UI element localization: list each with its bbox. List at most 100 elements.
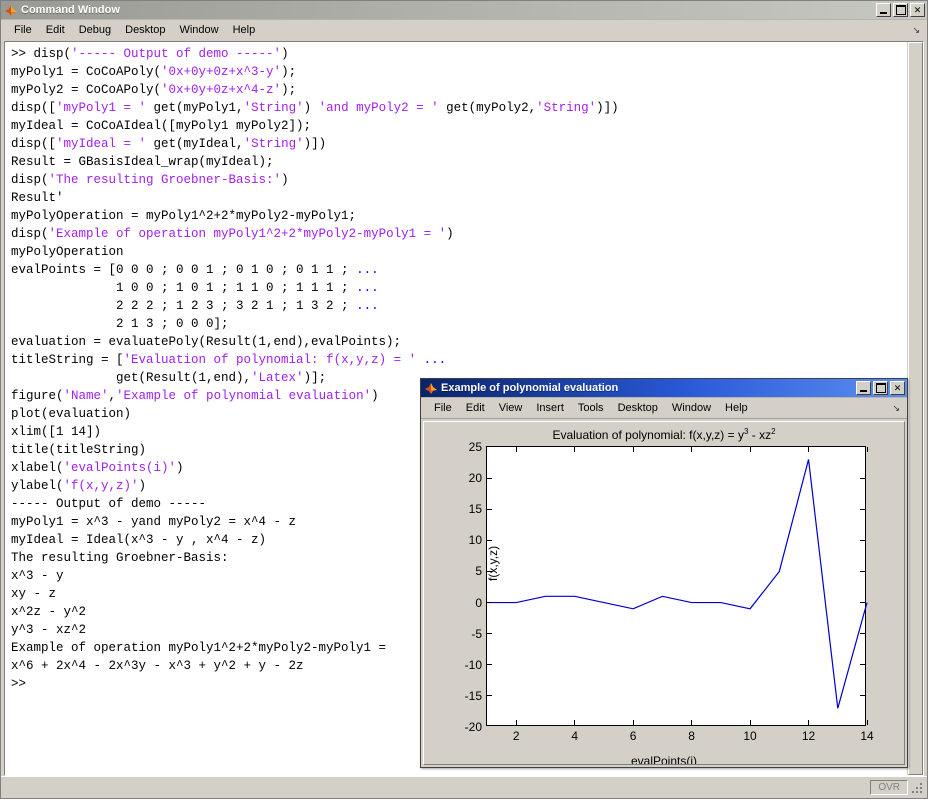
y-tick-label: 5 bbox=[475, 564, 482, 579]
x-tick-label: 4 bbox=[571, 729, 579, 743]
plot-axes[interactable]: f(x,y,z) 25 20 15 10 5 0 -5 -10 -15 -20 2 4 6 8 10 12 14 bbox=[465, 440, 874, 743]
x-tick-mark bbox=[866, 447, 868, 452]
y-tick-mark bbox=[860, 664, 865, 666]
console-line: 2 1 3 ; 0 0 0]; bbox=[11, 317, 229, 331]
y-tick-mark bbox=[860, 539, 865, 541]
maximize-icon[interactable] bbox=[893, 3, 908, 17]
dock-arrow-icon[interactable]: ↘ bbox=[912, 25, 920, 36]
y-tick-mark bbox=[487, 633, 492, 635]
close-icon[interactable]: ✕ bbox=[910, 3, 925, 17]
maximize-icon[interactable] bbox=[873, 381, 888, 395]
close-icon[interactable]: ✕ bbox=[890, 381, 905, 395]
x-tick-mark bbox=[574, 447, 576, 452]
chart-title-mid: - xz bbox=[748, 428, 772, 442]
console-line: evaluation = evaluatePoly(Result(1,end),… bbox=[11, 335, 402, 349]
menu-edit[interactable]: Edit bbox=[39, 22, 72, 38]
figure-menu-window[interactable]: Window bbox=[665, 400, 718, 416]
figure-window-title: Example of polynomial evaluation bbox=[441, 382, 619, 394]
y-tick-mark bbox=[860, 633, 865, 635]
figure-menu-insert[interactable]: Insert bbox=[529, 400, 571, 416]
x-axis-label: evalPoints(i) bbox=[630, 754, 698, 765]
chart-title-prefix: Evaluation of polynomial: f(x,y,z) = y bbox=[552, 428, 744, 442]
menu-window[interactable]: Window bbox=[172, 22, 225, 38]
figure-window-controls: ✕ bbox=[856, 381, 905, 395]
x-tick-label: 8 bbox=[688, 729, 695, 743]
main-window-title: Command Window bbox=[21, 4, 120, 16]
x-tick-mark bbox=[866, 720, 868, 725]
x-tick-mark bbox=[808, 720, 810, 725]
menu-desktop[interactable]: Desktop bbox=[118, 22, 172, 38]
x-tick-mark bbox=[574, 720, 576, 725]
main-window-controls: ✕ bbox=[876, 3, 925, 17]
y-tick-mark bbox=[860, 477, 865, 479]
y-tick-mark bbox=[487, 477, 492, 479]
console-line: 2 2 2 ; 1 2 3 ; 3 2 1 ; 1 3 2 ; ... bbox=[11, 299, 379, 313]
console-scrollbar[interactable] bbox=[907, 42, 923, 775]
y-tick-label: 0 bbox=[475, 595, 482, 610]
console-line: myPolyOperation bbox=[11, 245, 124, 259]
figure-menu-help[interactable]: Help bbox=[718, 400, 755, 416]
console-line: disp('The resulting Groebner-Basis:') bbox=[11, 173, 289, 187]
console-line: disp(['myPoly1 = ' get(myPoly1,'String')… bbox=[11, 101, 619, 115]
minimize-icon[interactable] bbox=[856, 381, 871, 395]
menu-help[interactable]: Help bbox=[226, 22, 263, 38]
chart-title-exp2: 2 bbox=[771, 427, 776, 436]
x-tick-mark bbox=[515, 720, 517, 725]
y-tick-mark bbox=[860, 570, 865, 572]
status-bar: OVR bbox=[1, 776, 927, 798]
console-line: >> disp('----- Output of demo -----') bbox=[11, 47, 289, 61]
figure-menu-tools[interactable]: Tools bbox=[571, 400, 611, 416]
y-tick-mark bbox=[487, 695, 492, 697]
y-tick-mark bbox=[860, 508, 865, 510]
x-tick-mark bbox=[808, 447, 810, 452]
console-line: 1 0 0 ; 1 0 1 ; 1 1 0 ; 1 1 1 ; ... bbox=[11, 281, 379, 295]
console-line: myIdeal = CoCoAIdeal([myPoly1 myPoly2]); bbox=[11, 119, 312, 133]
x-tick-mark bbox=[632, 447, 634, 452]
y-tick-label: -15 bbox=[464, 688, 482, 703]
x-tick-label: 6 bbox=[629, 729, 637, 743]
y-tick-label: 20 bbox=[468, 471, 482, 486]
x-tick-mark bbox=[749, 720, 751, 725]
console-line: titleString = ['Evaluation of polynomial… bbox=[11, 353, 447, 367]
dock-arrow-icon[interactable]: ↘ bbox=[892, 403, 900, 414]
console-line: myPolyOperation = myPoly1^2+2*myPoly2-my… bbox=[11, 209, 357, 223]
console-line: myPoly1 = CoCoAPoly('0x+0y+0z+x^3-y'); bbox=[11, 65, 297, 79]
y-tick-mark bbox=[860, 602, 865, 604]
menu-file[interactable]: File bbox=[7, 22, 39, 38]
x-tick-mark bbox=[691, 447, 693, 452]
status-badge: OVR bbox=[870, 780, 908, 795]
x-tick-mark bbox=[691, 720, 693, 725]
y-tick-label: 10 bbox=[468, 533, 482, 548]
matlab-icon bbox=[4, 3, 18, 17]
figure-titlebar: Example of polynomial evaluation ✕ bbox=[421, 379, 907, 398]
console-line: evalPoints = [0 0 0 ; 0 0 1 ; 0 1 0 ; 0 … bbox=[11, 263, 379, 277]
minimize-icon[interactable] bbox=[876, 3, 891, 17]
figure-menu-edit[interactable]: Edit bbox=[459, 400, 492, 416]
x-tick-label: 10 bbox=[743, 729, 757, 743]
x-tick-label: 14 bbox=[860, 729, 874, 743]
main-titlebar: Command Window ✕ bbox=[1, 1, 927, 20]
console-line: disp('Example of operation myPoly1^2+2*m… bbox=[11, 227, 454, 241]
chart-title: Evaluation of polynomial: f(x,y,z) = y3 … bbox=[424, 427, 904, 442]
y-tick-label: -10 bbox=[464, 657, 482, 672]
matlab-icon bbox=[424, 381, 438, 395]
figure-menu-file[interactable]: File bbox=[427, 400, 459, 416]
main-menubar: File Edit Debug Desktop Window Help ↘ bbox=[1, 20, 927, 41]
console-line: Result = GBasisIdeal_wrap(myIdeal); bbox=[11, 155, 274, 169]
menu-debug[interactable]: Debug bbox=[72, 22, 118, 38]
resize-grip-icon[interactable] bbox=[911, 781, 924, 794]
console-line: myPoly2 = CoCoAPoly('0x+0y+0z+x^4-z'); bbox=[11, 83, 297, 97]
y-tick-mark bbox=[487, 602, 492, 604]
console-line: disp(['myIdeal = ' get(myIdeal,'String')… bbox=[11, 137, 327, 151]
figure-menu-desktop[interactable]: Desktop bbox=[611, 400, 665, 416]
y-tick-mark bbox=[487, 570, 492, 572]
figure-menu-view[interactable]: View bbox=[492, 400, 530, 416]
figure-canvas: Evaluation of polynomial: f(x,y,z) = y3 … bbox=[423, 421, 905, 765]
y-tick-mark bbox=[860, 695, 865, 697]
scrollbar-thumb[interactable] bbox=[908, 42, 923, 775]
x-tick-mark bbox=[749, 447, 751, 452]
console-line: Result' bbox=[11, 191, 64, 205]
y-tick-mark bbox=[487, 508, 492, 510]
data-line bbox=[487, 459, 868, 709]
y-tick-label: 15 bbox=[468, 502, 482, 517]
